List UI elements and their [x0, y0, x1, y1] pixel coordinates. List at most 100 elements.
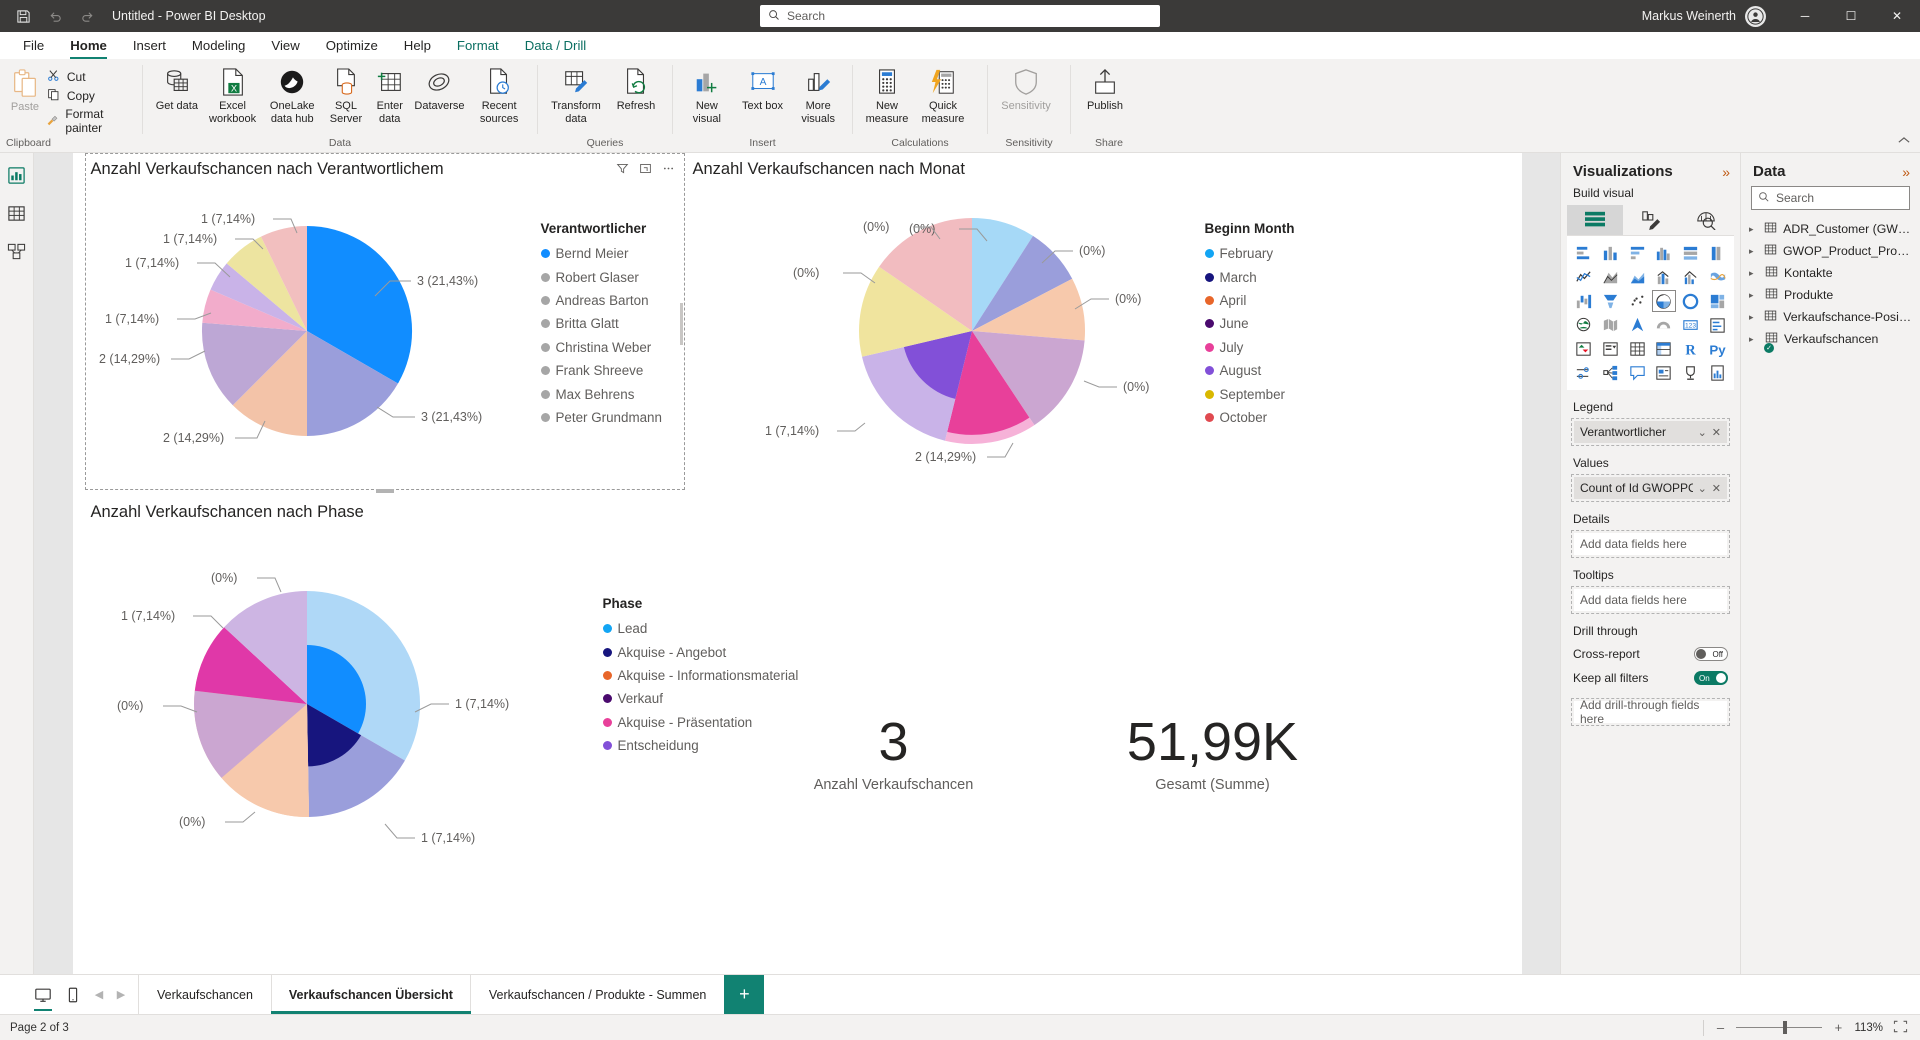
metrics-visual-icon[interactable] [1705, 362, 1730, 384]
format-paint-tab[interactable] [1623, 205, 1679, 235]
arcgis-map-icon[interactable] [1652, 314, 1677, 336]
more-visuals-button[interactable]: More visuals [790, 62, 846, 125]
map-visual-icon[interactable] [1571, 314, 1596, 336]
collapse-ribbon-button[interactable] [1898, 136, 1910, 148]
legend-scrollbar[interactable] [679, 303, 683, 345]
menu-tab-modeling[interactable]: Modeling [179, 35, 259, 59]
kpi-visual-icon[interactable] [1571, 338, 1596, 360]
waterfall-chart-icon[interactable] [1571, 290, 1596, 312]
chevron-double-right-icon[interactable]: » [1902, 164, 1910, 180]
keep-all-filters-toggle[interactable]: On [1694, 671, 1728, 685]
refresh-button[interactable]: Refresh [608, 62, 664, 113]
clustered-bar-chart-icon[interactable] [1625, 242, 1650, 264]
key-influencers-icon[interactable] [1571, 362, 1596, 384]
matrix-visual-icon[interactable] [1652, 338, 1677, 360]
clustered-column-chart-icon[interactable] [1652, 242, 1677, 264]
page-tab-verkaufschancen-uebersicht[interactable]: Verkaufschancen Übersicht [270, 975, 471, 1014]
chevron-double-right-icon[interactable]: » [1722, 164, 1730, 180]
legend-item[interactable]: Robert Glaser [540, 265, 676, 288]
resize-handle-bottom[interactable] [375, 489, 394, 493]
data-table-row[interactable]: ▸ GWOP_Product_Produc... [1741, 240, 1920, 262]
data-table-row[interactable]: ▸ Produkte [1741, 284, 1920, 306]
card-anzahl-verkaufschancen[interactable]: 3 Anzahl Verkaufschancen [739, 713, 1049, 793]
menu-tab-data-drill[interactable]: Data / Drill [512, 35, 600, 59]
redo-icon[interactable] [78, 7, 96, 25]
menu-tab-insert[interactable]: Insert [120, 35, 179, 59]
funnel-chart-icon[interactable] [1598, 290, 1623, 312]
legend-item[interactable]: June [1204, 312, 1315, 335]
more-options-icon[interactable] [662, 162, 675, 178]
treemap-chart-icon[interactable] [1705, 290, 1730, 312]
data-table-row[interactable]: ▸ Kontakte [1741, 262, 1920, 284]
data-table-row[interactable]: ▸ ADR_Customer (GWOP... [1741, 218, 1920, 240]
excel-workbook-button[interactable]: X Excel workbook [205, 62, 261, 125]
chevron-right-icon[interactable]: ▸ [1749, 224, 1758, 235]
table-visual-icon[interactable] [1625, 338, 1650, 360]
chevron-right-icon[interactable]: ▸ [1749, 246, 1758, 257]
chevron-right-icon[interactable]: ▸ [1749, 290, 1759, 301]
model-view-icon[interactable] [5, 239, 29, 263]
menu-tab-optimize[interactable]: Optimize [313, 35, 391, 59]
slicer-visual-icon[interactable] [1598, 338, 1623, 360]
qna-visual-icon[interactable] [1625, 362, 1650, 384]
cross-report-toggle[interactable]: Off [1694, 647, 1728, 661]
undo-icon[interactable] [46, 7, 64, 25]
global-search-box[interactable]: Search [760, 5, 1160, 27]
legend-item[interactable]: Britta Glatt [540, 312, 676, 335]
table-view-icon[interactable] [5, 201, 29, 225]
menu-tab-view[interactable]: View [258, 35, 312, 59]
zoom-slider-thumb[interactable] [1783, 1021, 1788, 1034]
sensitivity-button[interactable]: Sensitivity [994, 62, 1058, 113]
add-page-button[interactable]: + [724, 975, 765, 1014]
legend-item[interactable]: Christina Weber [540, 336, 676, 359]
data-table-row[interactable]: ▸ Verkaufschance-Positio... [1741, 306, 1920, 328]
zoom-slider[interactable] [1736, 1021, 1823, 1034]
100-stacked-column-chart-icon[interactable] [1705, 242, 1730, 264]
cut-button[interactable]: Cut [46, 69, 136, 85]
copy-button[interactable]: Copy [46, 88, 136, 104]
legend-item[interactable]: Andreas Barton [540, 289, 676, 312]
analytics-tab[interactable] [1678, 205, 1734, 235]
avatar[interactable] [1745, 5, 1766, 27]
chevron-right-icon[interactable]: ▸ [1749, 312, 1758, 323]
legend-item[interactable]: Verkauf [602, 687, 823, 710]
legend-item[interactable]: Bernd Meier [540, 242, 676, 265]
chevron-down-icon[interactable]: ⌄ [1698, 482, 1707, 495]
stacked-column-chart-icon[interactable] [1598, 242, 1623, 264]
filled-map-icon[interactable] [1598, 314, 1623, 336]
line-stacked-column-chart-icon[interactable] [1652, 266, 1677, 288]
remove-field-icon[interactable]: ✕ [1712, 426, 1721, 439]
paste-button[interactable]: Paste [4, 62, 46, 113]
smart-narrative-icon[interactable] [1652, 362, 1677, 384]
minimize-button[interactable]: ─ [1782, 0, 1828, 32]
visual-pie-phase[interactable]: Anzahl Verkaufschancen nach Phase 1 (7,1… [84, 496, 798, 896]
save-icon[interactable] [14, 7, 32, 25]
line-chart-icon[interactable] [1571, 266, 1596, 288]
well-legend[interactable]: Verantwortlicher ⌄ ✕ [1571, 418, 1730, 446]
paginated-report-icon[interactable] [1678, 362, 1703, 384]
report-view-icon[interactable] [5, 163, 29, 187]
mobile-layout-icon[interactable] [60, 982, 86, 1008]
ribbon-chart-icon[interactable] [1705, 266, 1730, 288]
azure-map-icon[interactable] [1625, 314, 1650, 336]
drill-through-well[interactable]: Add drill-through fields here [1571, 698, 1730, 726]
transform-data-button[interactable]: Transform data [544, 62, 608, 125]
well-values[interactable]: Count of Id GWOPPO... ⌄ ✕ [1571, 474, 1730, 502]
focus-mode-icon[interactable] [639, 162, 652, 178]
legend-item[interactable]: Lead [602, 617, 823, 640]
legend-item[interactable]: July [1204, 336, 1315, 359]
well-field-chip[interactable]: Verantwortlicher ⌄ ✕ [1574, 421, 1727, 443]
well-tooltips[interactable]: Add data fields here [1571, 586, 1730, 614]
new-visual-button[interactable]: New visual [679, 62, 735, 125]
legend-item[interactable]: September [1204, 382, 1315, 405]
legend-item[interactable]: October [1204, 406, 1315, 429]
close-button[interactable]: ✕ [1874, 0, 1920, 32]
data-table-row[interactable]: ▸ Verkaufschancen ✓ [1741, 328, 1920, 353]
visual-pie-verantwortlicher[interactable]: Anzahl Verkaufschancen nach Verantwortli… [84, 153, 685, 493]
report-page-canvas[interactable]: Anzahl Verkaufschancen nach Verantwortli… [72, 153, 1522, 974]
decomposition-tree-icon[interactable] [1598, 362, 1623, 384]
legend-item[interactable]: Frank Shreeve [540, 359, 676, 382]
page-tab-verkaufschancen-produkte-summen[interactable]: Verkaufschancen / Produkte - Summen [471, 975, 724, 1014]
legend-item[interactable]: April [1204, 289, 1315, 312]
publish-button[interactable]: Publish [1077, 62, 1133, 113]
